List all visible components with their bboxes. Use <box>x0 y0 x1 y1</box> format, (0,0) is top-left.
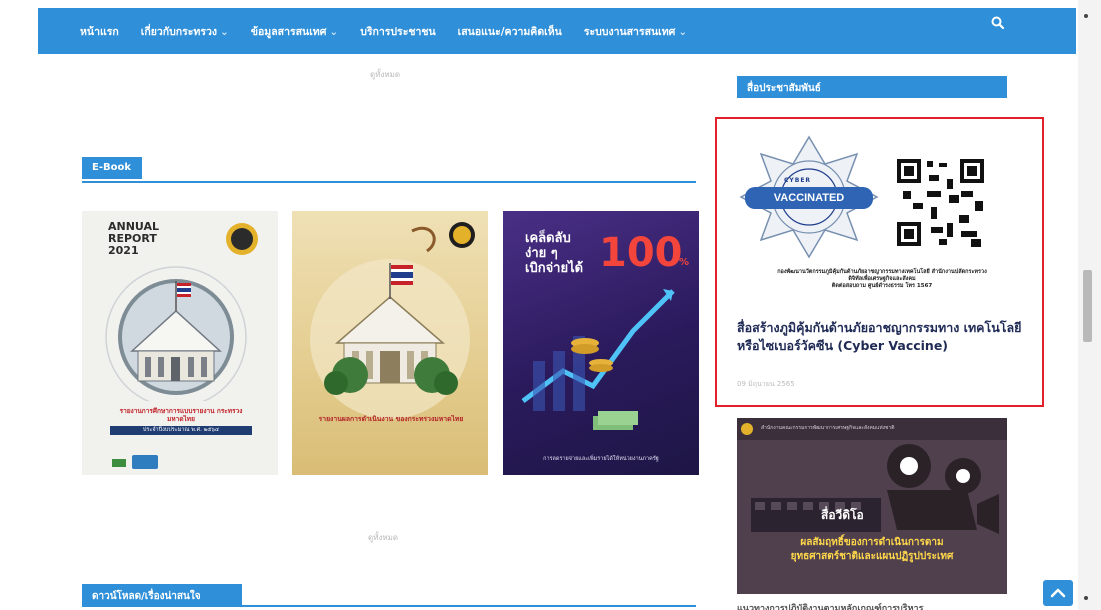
vaccinated-badge-text: VACCINATED <box>773 192 845 204</box>
featured-date: 09 มิถุนายน 2565 <box>737 380 795 388</box>
view-all-link[interactable]: ดูทั้งหมด <box>368 531 398 544</box>
nav-item-label: หน้าแรก <box>80 25 119 38</box>
top-navbar: หน้าแรก เกี่ยวกับกระทรวง ⌄ ข้อมูลสารสนเทศ… <box>38 8 1076 54</box>
ebook-headline: ง่าย ๆ <box>525 246 558 261</box>
chevron-down-icon: ⌄ <box>329 25 339 38</box>
nav-item-information[interactable]: ข้อมูลสารสนเทศ ⌄ <box>251 23 338 40</box>
ebook-subtitle: รายงานผลการดำเนินงาน ของกระทรวงมหาดไทย <box>318 415 464 423</box>
video-media-card[interactable]: สำนักงานคณะกรรมการพัฒนาการเศรษฐกิจและสัง… <box>737 418 1007 594</box>
video-title-line: ผลสัมฤทธิ์ของการดำเนินการตาม <box>800 537 944 548</box>
section-divider <box>82 605 696 607</box>
nav-item-about[interactable]: เกี่ยวกับกระทรวง ⌄ <box>141 23 229 40</box>
nav-item-label: ข้อมูลสารสนเทศ <box>250 25 327 38</box>
section-divider <box>82 181 696 183</box>
section-title: สื่อประชาสัมพันธ์ <box>747 83 821 94</box>
video-label: สื่อวีดิโอ <box>821 508 864 522</box>
ebook-title-line: 2021 <box>108 244 139 257</box>
section-header-pr-media: สื่อประชาสัมพันธ์ <box>737 76 1007 98</box>
ebook-disbursement-tips[interactable]: เคล็ดลับ ง่าย ๆ เบิกจ่ายได้ 100 % การลดร… <box>503 211 699 475</box>
ebook-annual-report-2021[interactable]: ANNUAL REPORT 2021 รายงานการศึกษาการแบบร… <box>82 211 278 475</box>
video-banner-art <box>737 418 1007 594</box>
featured-pr-card[interactable]: CYBER VACCINATED กองพัฒนานวัตกรรมภูมิคุ้… <box>715 117 1044 407</box>
nav-item-label: ระบบงานสารสนเทศ <box>583 25 676 38</box>
banner-caption: กองพัฒนานวัตกรรมภูมิคุ้มกันด้านภัยอาชญาก… <box>777 269 987 275</box>
chevron-up-icon <box>1050 588 1066 598</box>
featured-title-link[interactable]: สื่อสร้างภูมิคุ้มกันด้านภัยอาชญากรรมทาง … <box>737 319 1037 355</box>
video-title-line: ยุทธศาสตร์ชาติและแผนปฏิรูปประเทศ <box>790 551 954 562</box>
nav-item-home[interactable]: หน้าแรก <box>80 23 119 40</box>
ebook-headline: เบิกจ่ายได้ <box>525 261 584 276</box>
ebook-big-number: 100 <box>599 230 683 276</box>
scroll-down-arrow[interactable] <box>1084 596 1088 600</box>
banner-caption: ติดต่อสอบถาม ศูนย์ดำรงธรรม โทร 1567 <box>831 283 933 289</box>
scroll-up-arrow[interactable] <box>1084 14 1088 18</box>
ebook-moi-performance-report[interactable]: รายงานผลการดำเนินงาน ของกระทรวงมหาดไทย <box>292 211 488 475</box>
badge-arc-text: CYBER <box>784 177 812 184</box>
nav-item-feedback[interactable]: เสนอแนะ/ความคิดเห็น <box>458 23 562 40</box>
ebook-headline: เคล็ดลับ <box>525 231 571 246</box>
ebook-subtitle: รายงานการศึกษาการแบบรายงาน กระทรวงมหาดไท… <box>119 407 243 423</box>
nav-item-label: เกี่ยวกับกระทรวง <box>140 25 218 38</box>
scrollbar-thumb[interactable] <box>1083 270 1092 342</box>
ebook-big-number-suffix: % <box>679 257 690 268</box>
back-to-top-button[interactable] <box>1043 580 1073 606</box>
nav-item-label: เสนอแนะ/ความคิดเห็น <box>457 25 562 38</box>
ebook-footer: การลดรายจ่ายและเพิ่มรายได้ให้หน่วยงานภาค… <box>543 456 659 462</box>
chevron-down-icon: ⌄ <box>678 25 688 38</box>
nav-item-services[interactable]: บริการประชาชน <box>360 23 435 40</box>
search-button[interactable] <box>988 13 1008 33</box>
ebook-subtitle: ประจำปีงบประมาณ พ.ศ. ๒๕๖๔ <box>110 426 252 435</box>
section-title: ดาวน์โหลด/เรื่องน่าสนใจ <box>92 591 201 602</box>
search-icon <box>991 16 1005 30</box>
next-item-title[interactable]: แนวทางการปฏิบัติงานตามหลักเกณฑ์การบริหาร <box>737 601 1017 610</box>
video-banner-caption: สำนักงานคณะกรรมการพัฒนาการเศรษฐกิจและสัง… <box>761 425 895 431</box>
ebook-cover-art <box>310 222 475 419</box>
banner-caption: ดิจิทัลเพื่อเศรษฐกิจและสังคม <box>848 276 916 282</box>
nav-item-label: บริการประชาชน <box>360 25 436 38</box>
nav-item-systems[interactable]: ระบบงานสารสนเทศ ⌄ <box>584 23 687 40</box>
view-all-link[interactable]: ดูทั้งหมด <box>370 68 400 81</box>
chevron-down-icon: ⌄ <box>220 25 229 38</box>
section-title: E-Book <box>92 162 131 173</box>
section-header-ebook: E-Book <box>82 157 142 179</box>
section-header-downloads: ดาวน์โหลด/เรื่องน่าสนใจ <box>82 584 242 606</box>
